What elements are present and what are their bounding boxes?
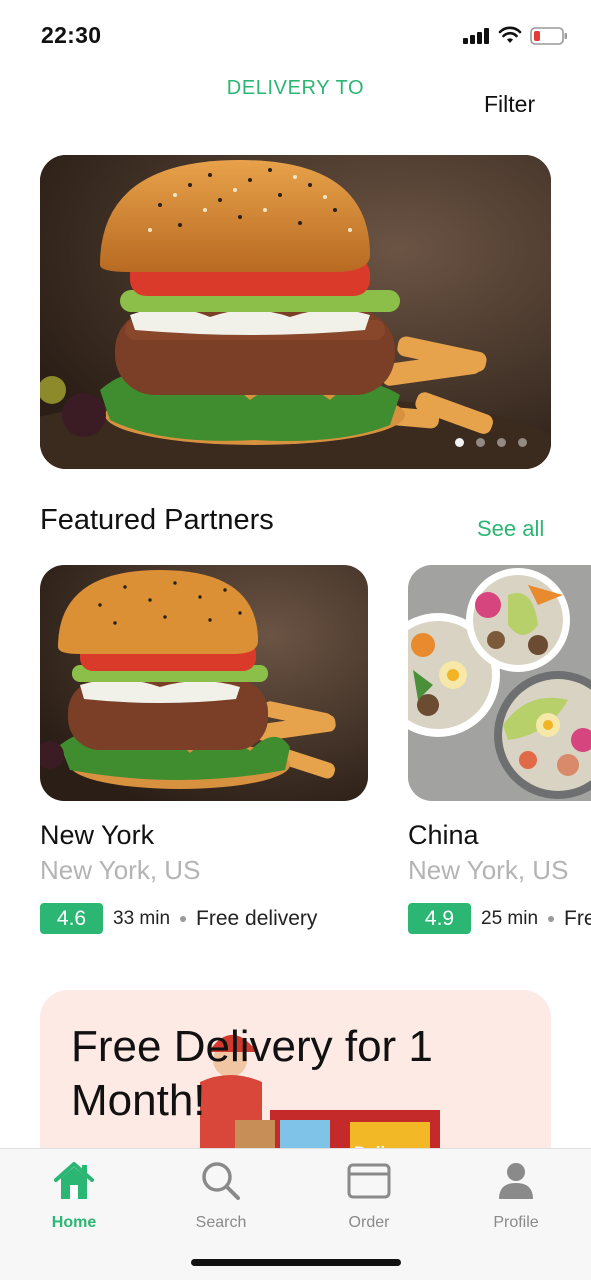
battery-icon xyxy=(530,27,567,45)
partner-image xyxy=(40,565,368,801)
see-all-link[interactable]: See all xyxy=(477,516,544,542)
rating-badge: 4.6 xyxy=(40,903,103,934)
partner-name: New York xyxy=(40,820,155,850)
tab-home[interactable]: Home xyxy=(24,1157,124,1231)
salad-bowls-image xyxy=(408,565,591,801)
home-indicator xyxy=(191,1259,401,1266)
tab-order[interactable]: Order xyxy=(319,1157,419,1231)
carousel-dot[interactable] xyxy=(518,438,527,447)
cellular-signal-icon xyxy=(463,28,491,44)
separator-dot xyxy=(180,915,187,922)
wifi-icon xyxy=(498,26,522,43)
filter-button[interactable]: Filter xyxy=(484,91,535,118)
partner-location: New York, US xyxy=(408,855,569,885)
carousel-dots[interactable] xyxy=(455,438,527,447)
profile-icon xyxy=(499,1163,533,1199)
partner-meta: 4.9 25 min Free delivery xyxy=(408,903,591,934)
partner-card[interactable]: China New York, US 4.9 25 min Free deliv… xyxy=(408,565,591,934)
partner-image xyxy=(408,565,591,801)
carousel-dot[interactable] xyxy=(476,438,485,447)
promo-title: Free Delivery for 1 Month! xyxy=(71,1022,433,1125)
separator-dot xyxy=(548,915,555,922)
tab-label: Profile xyxy=(493,1214,539,1231)
delivery-time: 33 min xyxy=(113,907,171,929)
partner-card[interactable]: New York New York, US 4.6 33 min Free de… xyxy=(40,565,370,934)
tab-label: Home xyxy=(51,1214,97,1231)
carousel-dot[interactable] xyxy=(455,438,464,447)
tab-profile[interactable]: Profile xyxy=(466,1157,566,1231)
hero-banner[interactable] xyxy=(40,155,551,469)
tab-label: Search xyxy=(195,1214,247,1231)
status-time: 22:30 xyxy=(41,22,102,48)
rating-badge: 4.9 xyxy=(408,903,471,934)
search-icon xyxy=(202,1162,240,1200)
status-bar: 22:30 xyxy=(0,0,591,70)
partner-name: China xyxy=(408,820,479,850)
carousel-dot[interactable] xyxy=(497,438,506,447)
delivery-fee: Free delivery xyxy=(564,906,591,930)
order-icon xyxy=(347,1163,391,1199)
tab-label: Order xyxy=(348,1214,390,1231)
section-title: Featured Partners xyxy=(40,504,274,536)
delivery-time: 25 min xyxy=(481,907,539,929)
burger-image xyxy=(40,155,551,469)
tab-search[interactable]: Search xyxy=(171,1157,271,1231)
partner-location: New York, US xyxy=(40,855,201,885)
partner-meta: 4.6 33 min Free delivery xyxy=(40,903,317,934)
home-icon xyxy=(54,1162,94,1199)
delivery-fee: Free delivery xyxy=(196,906,318,930)
burger-image xyxy=(40,565,368,801)
